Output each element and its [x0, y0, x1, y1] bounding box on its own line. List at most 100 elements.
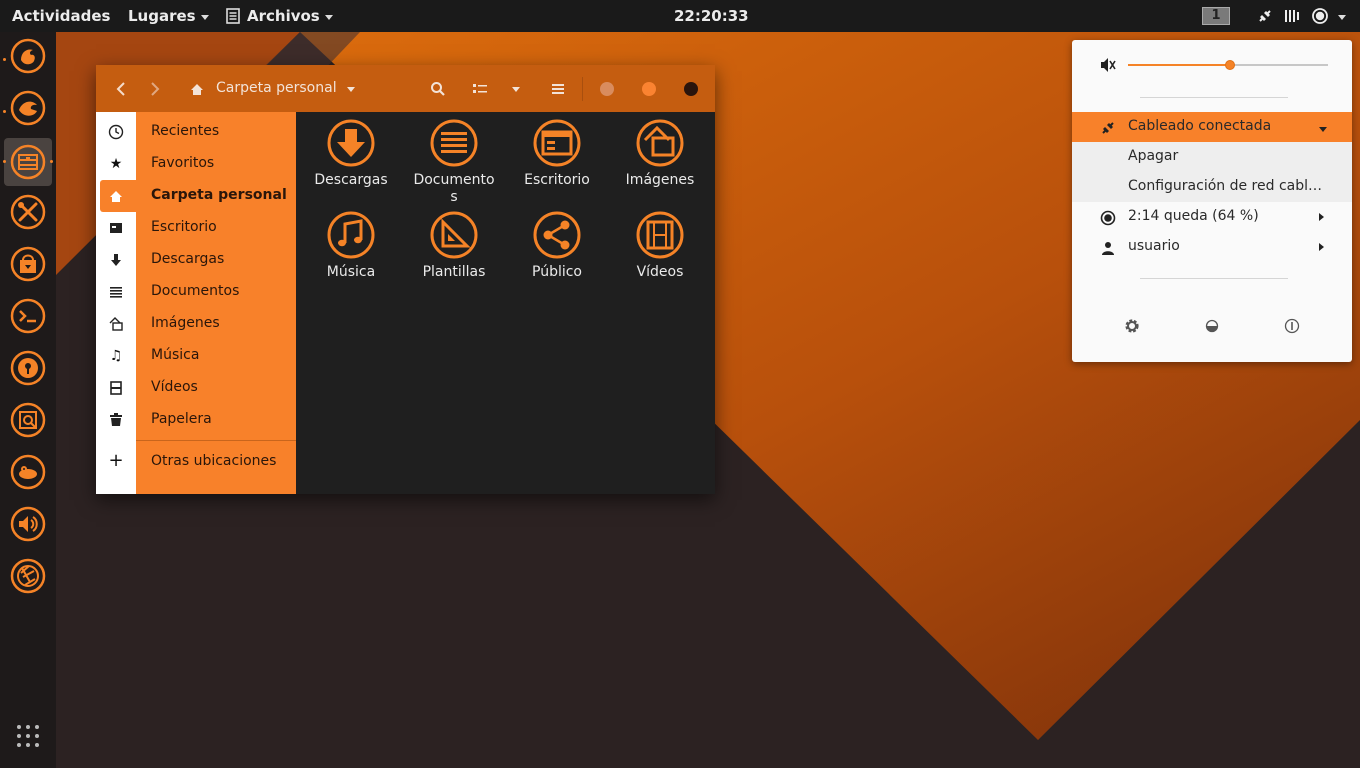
files-app-label: Archivos — [247, 7, 320, 25]
clock[interactable]: 22:20:33 — [674, 7, 749, 25]
sidebar-item-musica[interactable]: ♫ Música — [96, 340, 296, 372]
running-indicator — [50, 160, 53, 163]
folder-label: Descargas — [314, 172, 388, 188]
lock-screen-icon — [1205, 319, 1219, 333]
sidebar-item-escritorio[interactable]: Escritorio — [96, 212, 296, 244]
sidebar-item-label: Vídeos — [151, 379, 198, 395]
close-button[interactable] — [684, 82, 698, 96]
system-indicators[interactable] — [1258, 8, 1346, 24]
user-icon — [1100, 240, 1116, 256]
main-menu-button[interactable] — [548, 77, 568, 101]
folder-descargas[interactable]: Descargas — [301, 118, 401, 189]
battery-item[interactable]: 2:14 queda (64 %) — [1072, 202, 1352, 232]
slider-fill — [1128, 64, 1230, 66]
back-button[interactable] — [112, 77, 130, 101]
pictures-folder-icon — [636, 119, 684, 167]
music-folder-icon — [327, 211, 375, 259]
chevron-right-icon — [1319, 243, 1324, 251]
running-indicator — [3, 160, 6, 163]
folder-escritorio[interactable]: Escritorio — [507, 118, 607, 189]
sidebar-item-label: Música — [151, 347, 200, 363]
firefox-icon[interactable] — [10, 38, 46, 74]
list-view-icon — [473, 84, 487, 93]
folder-imagenes[interactable]: Imágenes — [610, 118, 710, 189]
sidebar-item-label: Papelera — [151, 411, 212, 427]
volume-icon[interactable] — [10, 506, 46, 542]
folder-grid: Descargas Documentos Escritorio Imágenes… — [296, 112, 715, 494]
files-window: Carpeta personal Recientes ★ Favoritos C… — [96, 65, 715, 494]
workspace-indicator[interactable]: 1 — [1202, 7, 1230, 25]
settings-tools-icon[interactable] — [10, 194, 46, 230]
files-app-icon — [226, 8, 240, 24]
slider-handle[interactable] — [1225, 60, 1235, 70]
sidebar-item-papelera[interactable]: Papelera — [96, 404, 296, 436]
gimp-icon[interactable] — [10, 454, 46, 490]
sidebar-item-label: Otras ubicaciones — [151, 453, 277, 469]
files-icon[interactable] — [10, 144, 46, 180]
header-bar: Carpeta personal — [96, 65, 715, 112]
sidebar-separator — [136, 440, 296, 441]
password-keyring-icon[interactable] — [10, 350, 46, 386]
sidebar-item-recientes[interactable]: Recientes — [96, 116, 296, 148]
power-button[interactable] — [1281, 315, 1303, 337]
minimize-button[interactable] — [600, 82, 614, 96]
sidebar-item-label: Favoritos — [151, 155, 215, 171]
sidebar-item-descargas[interactable]: Descargas — [96, 244, 296, 276]
view-list-button[interactable] — [470, 77, 490, 101]
forward-button[interactable] — [146, 77, 164, 101]
folder-label: Música — [326, 264, 376, 280]
shutter-icon[interactable] — [10, 558, 46, 594]
app-grid-icon[interactable] — [14, 722, 42, 750]
network-label: Cableado conectada — [1128, 118, 1272, 134]
download-folder-icon — [327, 119, 375, 167]
sidebar-item-videos[interactable]: Vídeos — [96, 372, 296, 404]
chevron-down-icon — [347, 86, 355, 92]
pictures-icon — [108, 316, 124, 332]
sidebar-item-label: Documentos — [151, 283, 240, 299]
settings-button[interactable] — [1121, 315, 1143, 337]
terminal-icon[interactable] — [10, 298, 46, 334]
folder-label: Plantillas — [422, 264, 486, 280]
music-icon: ♫ — [109, 348, 123, 364]
folder-videos[interactable]: Vídeos — [610, 210, 710, 281]
sidebar-item-label: Imágenes — [151, 315, 220, 331]
search-button[interactable] — [428, 77, 448, 101]
chevron-down-icon — [512, 86, 520, 92]
app-menu-files[interactable]: Archivos — [226, 7, 333, 25]
document-icon — [108, 284, 124, 300]
sidebar-item-documentos[interactable]: Documentos — [96, 276, 296, 308]
software-store-icon[interactable] — [10, 246, 46, 282]
folder-documentos[interactable]: Documentos — [404, 118, 504, 206]
user-item[interactable]: usuario — [1072, 232, 1352, 262]
running-indicator — [3, 110, 6, 113]
sidebar-item-otras-ubicaciones[interactable]: + Otras ubicaciones — [96, 446, 296, 478]
folder-musica[interactable]: Música — [301, 210, 401, 281]
thunderbird-icon[interactable] — [10, 90, 46, 126]
image-viewer-icon[interactable] — [10, 402, 46, 438]
activities-button[interactable]: Actividades — [12, 7, 110, 25]
sidebar-item-label: Recientes — [151, 123, 220, 139]
maximize-button[interactable] — [642, 82, 656, 96]
view-options-button[interactable] — [508, 77, 524, 101]
sidebar-item-favoritos[interactable]: ★ Favoritos — [96, 148, 296, 180]
sidebar-item-carpeta-personal[interactable]: Carpeta personal — [96, 180, 296, 212]
places-menu[interactable]: Lugares — [128, 7, 209, 25]
lock-button[interactable] — [1201, 315, 1223, 337]
path-label: Carpeta personal — [216, 80, 337, 96]
folder-label: Público — [532, 264, 582, 280]
battery-icon — [1100, 210, 1116, 226]
public-folder-icon — [533, 211, 581, 259]
folder-publico[interactable]: Público — [507, 210, 607, 281]
folder-plantillas[interactable]: Plantillas — [404, 210, 504, 281]
network-wired-icon — [1259, 10, 1271, 22]
folder-label: Escritorio — [524, 172, 590, 188]
path-menu-button[interactable] — [344, 77, 358, 101]
network-wired-icon — [1100, 120, 1116, 136]
volume-slider[interactable] — [1128, 60, 1328, 70]
network-off-item[interactable]: Apagar — [1072, 142, 1352, 172]
battery-icon — [1312, 8, 1328, 24]
network-settings-item[interactable]: Configuración de red cabl… — [1072, 172, 1352, 202]
network-wired-item[interactable]: Cableado conectada — [1072, 112, 1352, 142]
download-icon — [108, 252, 124, 268]
sidebar-item-imagenes[interactable]: Imágenes — [96, 308, 296, 340]
